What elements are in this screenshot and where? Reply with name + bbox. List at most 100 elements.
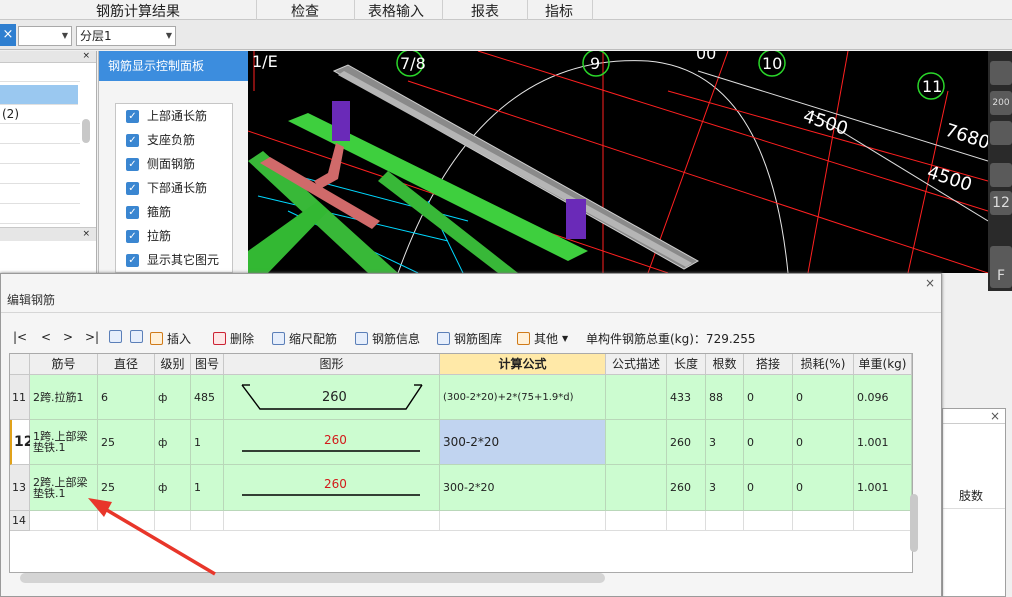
length-cell[interactable]: 260 bbox=[667, 420, 706, 465]
unit-weight-cell[interactable]: 1.001 bbox=[854, 420, 912, 465]
rail-number-button[interactable]: 12 bbox=[990, 191, 1012, 215]
column-header-loss[interactable]: 损耗(%) bbox=[793, 354, 854, 375]
layer-select[interactable]: 分层1 ▼ bbox=[76, 26, 176, 46]
column-header-unit-weight[interactable]: 单重(kg) bbox=[854, 354, 912, 375]
checkbox-stirrup[interactable]: ✓ 箍筋 bbox=[116, 200, 232, 224]
move-down-button[interactable] bbox=[130, 330, 147, 343]
box-view-icon[interactable] bbox=[990, 163, 1012, 187]
unit-weight-cell[interactable]: 1.001 bbox=[854, 465, 912, 511]
diameter-cell[interactable]: 25 bbox=[98, 420, 155, 465]
formula-desc-cell[interactable] bbox=[606, 420, 667, 465]
lap-cell[interactable]: 0 bbox=[744, 465, 793, 511]
formula-cell-selected[interactable]: 300-2*20 bbox=[440, 420, 606, 465]
last-record-button[interactable]: >| bbox=[85, 330, 99, 344]
lap-cell[interactable] bbox=[744, 511, 793, 531]
loss-cell[interactable]: 0 bbox=[793, 420, 854, 465]
checkbox-show-other[interactable]: ✓ 显示其它图元 bbox=[116, 248, 232, 272]
grade-cell[interactable]: ф bbox=[155, 420, 191, 465]
shape-cell[interactable]: 260 bbox=[224, 465, 440, 511]
cube-view-icon[interactable] bbox=[990, 121, 1012, 145]
row-number[interactable]: 14 bbox=[10, 511, 30, 531]
lap-cell[interactable]: 0 bbox=[744, 375, 793, 420]
column-header-length[interactable]: 长度 bbox=[667, 354, 706, 375]
formula-cell[interactable]: 300-2*20 bbox=[440, 465, 606, 511]
list-item[interactable] bbox=[0, 63, 80, 82]
shape-cell[interactable] bbox=[224, 511, 440, 531]
list-item[interactable] bbox=[0, 205, 80, 224]
loss-cell[interactable]: 0 bbox=[793, 375, 854, 420]
tab-index[interactable]: 指标 bbox=[545, 1, 573, 21]
length-cell[interactable]: 260 bbox=[667, 465, 706, 511]
horizontal-scrollbar[interactable] bbox=[20, 573, 605, 583]
count-cell[interactable]: 3 bbox=[706, 465, 744, 511]
prev-record-button[interactable]: < bbox=[41, 330, 51, 344]
first-record-button[interactable]: |< bbox=[13, 330, 27, 344]
formula-desc-cell[interactable] bbox=[606, 375, 667, 420]
row-number-current[interactable]: 12 bbox=[10, 420, 33, 465]
count-cell[interactable]: 3 bbox=[706, 420, 744, 465]
loss-cell[interactable] bbox=[793, 511, 854, 531]
formula-cell[interactable]: (300-2*20)+2*(75+1.9*d) bbox=[440, 375, 606, 420]
delete-button[interactable]: 删除 bbox=[213, 330, 254, 347]
length-cell[interactable]: 433 bbox=[667, 375, 706, 420]
unit-weight-cell[interactable]: 0.096 bbox=[854, 375, 912, 420]
zoom-level-button[interactable]: 200 bbox=[990, 91, 1012, 115]
list-item[interactable] bbox=[0, 185, 80, 204]
figure-no-cell[interactable] bbox=[191, 511, 224, 531]
bar-name-cell[interactable]: 2跨.拉筋1 bbox=[30, 375, 98, 420]
column-header-bar-no[interactable]: 筋号 bbox=[30, 354, 98, 375]
list-item-selected[interactable] bbox=[0, 85, 78, 105]
diameter-cell[interactable] bbox=[98, 511, 155, 531]
count-cell[interactable]: 88 bbox=[706, 375, 744, 420]
figure-no-cell[interactable]: 1 bbox=[191, 420, 224, 465]
column-header-lap[interactable]: 搭接 bbox=[744, 354, 793, 375]
formula-desc-cell[interactable] bbox=[606, 465, 667, 511]
other-menu-button[interactable]: 其他 ▼ bbox=[517, 330, 568, 347]
bar-name-cell[interactable]: 1跨.上部梁垫铁.1 bbox=[30, 420, 98, 465]
shape-cell[interactable]: 260 bbox=[224, 375, 440, 420]
grade-cell[interactable]: ф bbox=[155, 375, 191, 420]
bar-name-cell[interactable]: 2跨.上部梁垫铁.1 bbox=[30, 465, 98, 511]
column-header-figure-no[interactable]: 图号 bbox=[191, 354, 224, 375]
tab-table-input[interactable]: 表格输入 bbox=[368, 1, 424, 21]
scrollbar-thumb[interactable] bbox=[82, 119, 90, 143]
column-header-formula[interactable]: 计算公式 bbox=[440, 354, 606, 375]
cad-viewport[interactable]: 1/E 7/8 9 10 11 4500 76800 4500 00 bbox=[248, 51, 988, 273]
checkbox-side-rebar[interactable]: ✓ 侧面钢筋 bbox=[116, 152, 232, 176]
panel-close-icon[interactable]: × bbox=[0, 227, 96, 241]
unit-weight-cell[interactable] bbox=[854, 511, 912, 531]
floor-select[interactable]: ▼ bbox=[18, 26, 72, 46]
checkbox-support-negative[interactable]: ✓ 支座负筋 bbox=[116, 128, 232, 152]
rail-letter-button[interactable]: F bbox=[990, 264, 1012, 288]
move-up-button[interactable] bbox=[109, 330, 126, 343]
close-icon[interactable]: × bbox=[990, 409, 1000, 423]
row-number[interactable]: 11 bbox=[10, 375, 30, 420]
figure-no-cell[interactable]: 1 bbox=[191, 465, 224, 511]
figure-no-cell[interactable]: 485 bbox=[191, 375, 224, 420]
list-item[interactable] bbox=[0, 125, 80, 144]
grade-cell[interactable] bbox=[155, 511, 191, 531]
checkbox-bottom-longitudinal[interactable]: ✓ 下部通长筋 bbox=[116, 176, 232, 200]
diameter-cell[interactable]: 25 bbox=[98, 465, 155, 511]
close-icon[interactable]: × bbox=[0, 24, 16, 46]
checkbox-tie-bar[interactable]: ✓ 拉筋 bbox=[116, 224, 232, 248]
lap-cell[interactable]: 0 bbox=[744, 420, 793, 465]
tab-check[interactable]: 检查 bbox=[291, 1, 319, 21]
checkbox-top-longitudinal[interactable]: ✓ 上部通长筋 bbox=[116, 104, 232, 128]
bar-name-cell[interactable] bbox=[30, 511, 98, 531]
rebar-info-button[interactable]: 钢筋信息 bbox=[355, 330, 420, 347]
grade-cell[interactable]: ф bbox=[155, 465, 191, 511]
shape-cell[interactable]: 260 bbox=[224, 420, 440, 465]
row-number[interactable]: 13 bbox=[10, 465, 30, 511]
column-header-shape[interactable]: 图形 bbox=[224, 354, 440, 375]
list-item[interactable]: (2) bbox=[0, 105, 80, 124]
sphere-view-icon[interactable] bbox=[990, 61, 1012, 85]
column-header-grade[interactable]: 级别 bbox=[155, 354, 191, 375]
tab-report[interactable]: 报表 bbox=[471, 1, 499, 21]
insert-button[interactable]: 插入 bbox=[150, 330, 191, 347]
list-item[interactable] bbox=[0, 145, 80, 164]
formula-desc-cell[interactable] bbox=[606, 511, 667, 531]
length-cell[interactable] bbox=[667, 511, 706, 531]
list-item[interactable] bbox=[0, 165, 80, 184]
column-header-formula-desc[interactable]: 公式描述 bbox=[606, 354, 667, 375]
